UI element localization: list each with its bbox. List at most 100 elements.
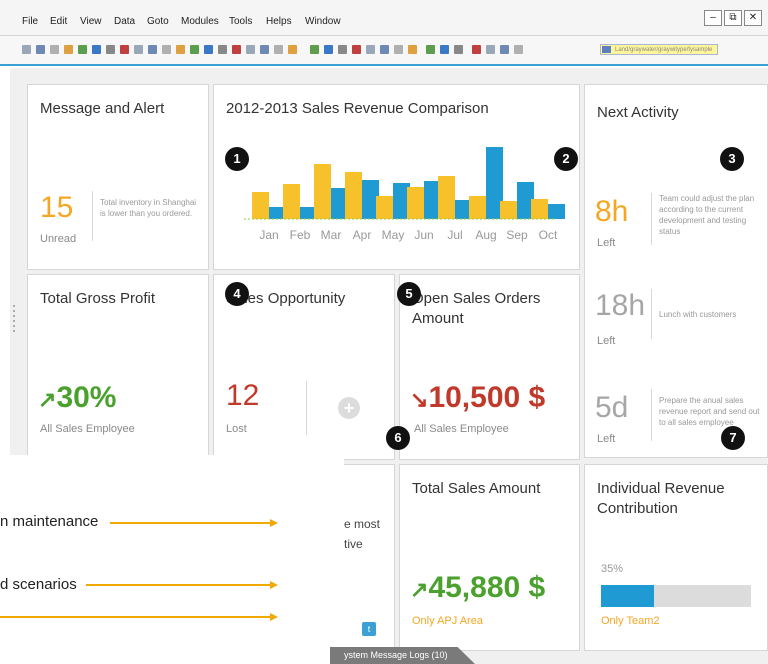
toolbar-button-icon[interactable] bbox=[92, 45, 101, 54]
menu-view[interactable]: View bbox=[80, 16, 102, 27]
toolbar-button-icon[interactable] bbox=[380, 45, 389, 54]
system-message-logs-tab[interactable]: ystem Message Logs (10) bbox=[330, 647, 475, 664]
trend-down-icon: ↘ bbox=[410, 387, 429, 412]
tile-next-activity[interactable]: Next Activity 8h Left Team could adjust … bbox=[584, 84, 768, 458]
toolbar-button-icon[interactable] bbox=[204, 45, 213, 54]
toolbar-button-icon[interactable] bbox=[426, 45, 435, 54]
toolbar-button-icon[interactable] bbox=[50, 45, 59, 54]
menu-data[interactable]: Data bbox=[114, 16, 135, 27]
x-tick-label: Jan bbox=[259, 228, 278, 242]
opportunity-caption: Lost bbox=[226, 423, 247, 435]
marker-1: 1 bbox=[225, 147, 249, 171]
toolbar-button-icon[interactable] bbox=[64, 45, 73, 54]
chart-bar bbox=[548, 204, 565, 219]
toolbar-button-icon[interactable] bbox=[288, 45, 297, 54]
chart-bar bbox=[407, 187, 424, 219]
add-circle-icon[interactable]: + bbox=[338, 397, 360, 419]
toolbar-button-icon[interactable] bbox=[486, 45, 495, 54]
toolbar-button-icon[interactable] bbox=[176, 45, 185, 54]
annotation-text-1: n maintenance bbox=[0, 513, 99, 530]
twitter-icon[interactable]: t bbox=[362, 622, 376, 636]
toolbar-button-icon[interactable] bbox=[352, 45, 361, 54]
toolbar-button-icon[interactable] bbox=[440, 45, 449, 54]
tile-title: Total Sales Amount bbox=[412, 480, 541, 497]
toolbar-button-icon[interactable] bbox=[218, 45, 227, 54]
trend-up-icon: ↗ bbox=[38, 387, 57, 412]
activity-time: 5d bbox=[595, 391, 629, 424]
search-input[interactable]: Land/graywater/graywitype/tysample bbox=[600, 44, 718, 55]
tile-message-alert[interactable]: Message and Alert 15 Unread Total invent… bbox=[27, 84, 209, 270]
menu-edit[interactable]: Edit bbox=[50, 16, 67, 27]
progress-bar bbox=[601, 585, 751, 607]
tile-open-sales-orders[interactable]: Open Sales Orders Amount ↘10,500 $ All S… bbox=[399, 274, 580, 460]
unread-count: 15 bbox=[40, 191, 74, 224]
toolbar-button-icon[interactable] bbox=[500, 45, 509, 54]
menu-modules[interactable]: Modules bbox=[181, 16, 219, 27]
opportunity-value: 12 bbox=[226, 379, 260, 412]
marker-7: 7 bbox=[721, 426, 745, 450]
toolbar-button-icon[interactable] bbox=[36, 45, 45, 54]
toolbar-button-icon[interactable] bbox=[408, 45, 417, 54]
open-orders-caption: All Sales Employee bbox=[414, 423, 509, 435]
menu-file[interactable]: File bbox=[22, 16, 38, 27]
chart-bar bbox=[469, 196, 486, 219]
toolbar-button-icon[interactable] bbox=[106, 45, 115, 54]
toolbar-button-icon[interactable] bbox=[246, 45, 255, 54]
toolbar-button-icon[interactable] bbox=[472, 45, 481, 54]
close-button[interactable]: ✕ bbox=[744, 10, 762, 26]
toolbar-button-icon[interactable] bbox=[190, 45, 199, 54]
annotation-arrow bbox=[110, 522, 270, 524]
toolbar-button-icon[interactable] bbox=[22, 45, 31, 54]
toolbar-button-icon[interactable] bbox=[162, 45, 171, 54]
annotation-arrow bbox=[86, 584, 270, 586]
x-tick-label: May bbox=[382, 228, 405, 242]
tile-total-sales-amount[interactable]: Total Sales Amount ↗45,880 $ Only APJ Ar… bbox=[399, 464, 580, 651]
menu-tools[interactable]: Tools bbox=[229, 16, 252, 27]
tile-individual-revenue[interactable]: Individual Revenue Contribution 35% Only… bbox=[584, 464, 768, 651]
chart-bar bbox=[438, 176, 455, 219]
restore-button[interactable]: ⧉ bbox=[724, 10, 742, 26]
toolbar-button-icon[interactable] bbox=[260, 45, 269, 54]
menu-window[interactable]: Window bbox=[305, 16, 341, 27]
tile-gross-profit[interactable]: Total Gross Profit ↗30% All Sales Employ… bbox=[27, 274, 209, 460]
activity-note: Team could adjust the plan according to … bbox=[659, 194, 755, 236]
toolbar-button-icon[interactable] bbox=[366, 45, 375, 54]
marker-4: 4 bbox=[225, 282, 249, 306]
toolbar-button-icon[interactable] bbox=[274, 45, 283, 54]
chart-bar bbox=[531, 199, 548, 219]
divider bbox=[92, 191, 93, 241]
divider bbox=[306, 381, 307, 435]
partial-text-line2: tive bbox=[344, 537, 363, 551]
toolbar-button-icon[interactable] bbox=[148, 45, 157, 54]
toolbar-button-icon[interactable] bbox=[78, 45, 87, 54]
progress-caption: Only Team2 bbox=[601, 615, 660, 627]
divider bbox=[651, 389, 652, 441]
marker-3: 3 bbox=[720, 147, 744, 171]
toolbar-button-icon[interactable] bbox=[134, 45, 143, 54]
divider bbox=[651, 289, 652, 339]
toolbar-button-icon[interactable] bbox=[232, 45, 241, 54]
marker-6: 6 bbox=[386, 426, 410, 450]
menu-goto[interactable]: Goto bbox=[147, 16, 169, 27]
toolbar-button-icon[interactable] bbox=[514, 45, 523, 54]
sales-amount-caption: Only APJ Area bbox=[412, 615, 483, 627]
divider bbox=[651, 193, 652, 245]
annotation-arrow bbox=[0, 616, 270, 618]
progress-fill bbox=[601, 585, 654, 607]
tile-title: Next Activity bbox=[597, 104, 679, 121]
toolbar-button-icon[interactable] bbox=[310, 45, 319, 54]
minimize-button[interactable]: – bbox=[704, 10, 722, 26]
toolbar-button-icon[interactable] bbox=[324, 45, 333, 54]
drag-handle-icon[interactable] bbox=[13, 305, 19, 345]
tile-sales-revenue-chart[interactable]: 2012-2013 Sales Revenue Comparison Jan Fe… bbox=[213, 84, 580, 270]
toolbar-button-icon[interactable] bbox=[120, 45, 129, 54]
toolbar-button-icon[interactable] bbox=[394, 45, 403, 54]
toolbar-button-icon[interactable] bbox=[338, 45, 347, 54]
x-tick-label: Jun bbox=[414, 228, 433, 242]
marker-5: 5 bbox=[397, 282, 421, 306]
arrow-head-icon bbox=[270, 519, 278, 527]
toolbar-button-icon[interactable] bbox=[454, 45, 463, 54]
x-tick-label: Sep bbox=[506, 228, 528, 242]
chart-bar bbox=[252, 192, 269, 219]
menu-helps[interactable]: Helps bbox=[266, 16, 292, 27]
